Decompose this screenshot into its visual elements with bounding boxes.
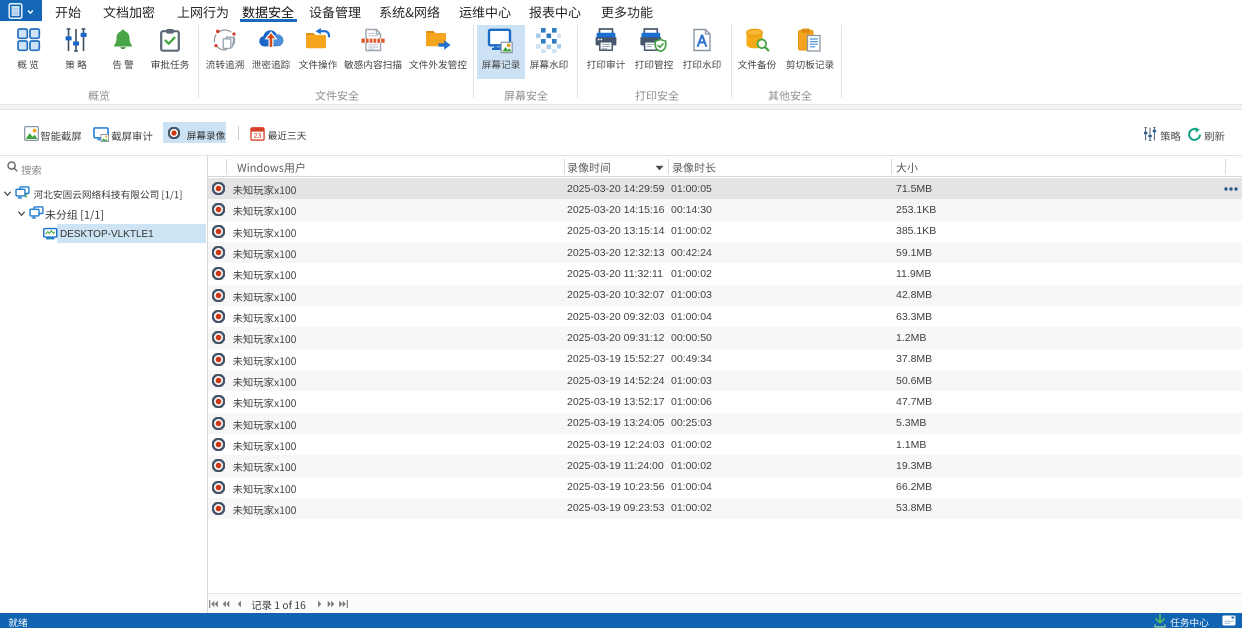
svg-text:23: 23	[254, 133, 262, 140]
